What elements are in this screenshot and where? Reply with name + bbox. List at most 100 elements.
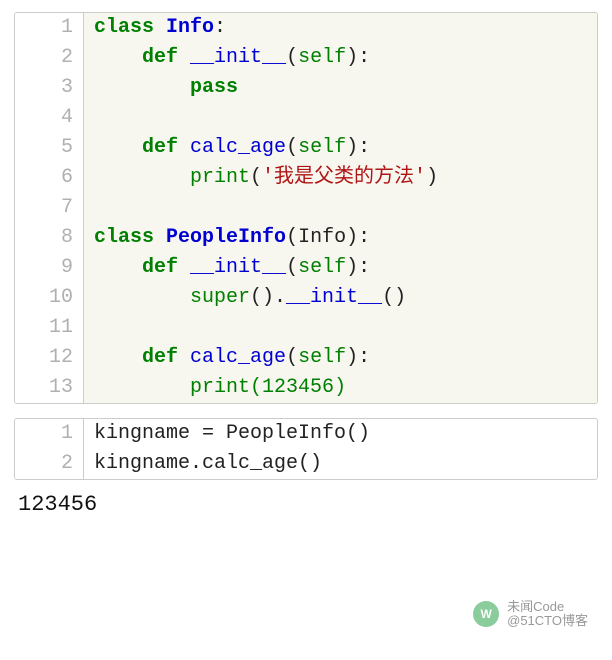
code-token: pass: [190, 76, 238, 99]
code-token: [94, 286, 190, 309]
code-token: [94, 166, 190, 189]
line-number: 11: [15, 313, 84, 343]
code-token: (: [286, 346, 298, 369]
code-line: 6 print('我是父类的方法'): [15, 163, 597, 193]
code-token: def: [142, 46, 178, 69]
line-number: 9: [15, 253, 84, 283]
code-line: 8class PeopleInfo(Info):: [15, 223, 597, 253]
code-token: __init__: [190, 256, 286, 279]
code-token: self: [298, 256, 346, 279]
code-token: print: [190, 166, 250, 189]
watermark-logo-icon: W: [473, 601, 499, 627]
watermark: W 未闻Code @51CTO博客: [473, 600, 588, 628]
line-number: 5: [15, 133, 84, 163]
line-number: 1: [15, 13, 84, 43]
code-token: (: [250, 376, 262, 399]
code-token: def: [142, 136, 178, 159]
line-number: 10: [15, 283, 84, 313]
code-token: (: [286, 46, 298, 69]
code-token: [178, 346, 190, 369]
line-number: 13: [15, 373, 84, 403]
code-token: (: [250, 166, 262, 189]
code-line: 3 pass: [15, 73, 597, 103]
code-content: [84, 193, 597, 223]
code-token: ):: [346, 346, 370, 369]
code-token: self: [298, 46, 346, 69]
code-content: kingname.calc_age(): [84, 449, 597, 479]
code-token: (Info):: [286, 226, 370, 249]
code-line: 13 print(123456): [15, 373, 597, 403]
code-content: print('我是父类的方法'): [84, 163, 597, 193]
code-token: kingname.calc_age(): [94, 452, 322, 475]
line-number: 12: [15, 343, 84, 373]
code-content: class Info:: [84, 13, 597, 43]
watermark-line2: @51CTO博客: [507, 614, 588, 628]
line-number: 8: [15, 223, 84, 253]
execution-output: 123456: [14, 480, 598, 517]
code-content: def calc_age(self):: [84, 343, 597, 373]
code-content: kingname = PeopleInfo(): [84, 419, 597, 449]
code-token: '我是父类的方法': [262, 166, 426, 189]
code-line: 9 def __init__(self):: [15, 253, 597, 283]
line-number: 4: [15, 103, 84, 133]
code-content: [84, 313, 597, 343]
code-token: [178, 136, 190, 159]
line-number: 2: [15, 449, 84, 479]
code-token: calc_age: [190, 136, 286, 159]
watermark-line1: 未闻Code: [507, 600, 588, 614]
watermark-text: 未闻Code @51CTO博客: [507, 600, 588, 628]
code-content: class PeopleInfo(Info):: [84, 223, 597, 253]
code-line: 11: [15, 313, 597, 343]
code-token: [94, 46, 142, 69]
code-content: def __init__(self):: [84, 253, 597, 283]
code-token: [154, 226, 166, 249]
code-line: 5 def calc_age(self):: [15, 133, 597, 163]
code-token: [94, 346, 142, 369]
code-token: [178, 256, 190, 279]
code-token: (: [286, 136, 298, 159]
line-number: 7: [15, 193, 84, 223]
code-token: print: [190, 376, 250, 399]
code-token: (): [382, 286, 406, 309]
code-token: ().: [250, 286, 286, 309]
code-content: pass: [84, 73, 597, 103]
code-token: ):: [346, 136, 370, 159]
code-token: calc_age: [190, 346, 286, 369]
code-token: class: [94, 226, 154, 249]
code-token: kingname = PeopleInfo(): [94, 422, 370, 445]
code-block-usage: 1 kingname = PeopleInfo() 2 kingname.calc_a…: [14, 418, 598, 480]
code-line: 7: [15, 193, 597, 223]
code-token: Info: [166, 16, 214, 39]
code-content: def __init__(self):: [84, 43, 597, 73]
code-token: PeopleInfo: [166, 226, 286, 249]
code-token: ):: [346, 46, 370, 69]
line-number: 2: [15, 43, 84, 73]
code-token: self: [298, 346, 346, 369]
code-token: __init__: [190, 46, 286, 69]
code-token: (: [286, 256, 298, 279]
code-block-definitions: 1class Info:2 def __init__(self):3 pass4…: [14, 12, 598, 404]
code-token: [94, 76, 190, 99]
line-number: 3: [15, 73, 84, 103]
code-token: ): [334, 376, 346, 399]
page-frame: 1class Info:2 def __init__(self):3 pass4…: [0, 0, 612, 517]
code-line: 2 def __init__(self):: [15, 43, 597, 73]
code-line: 1 kingname = PeopleInfo(): [15, 419, 597, 449]
code-line: 4: [15, 103, 597, 133]
line-number: 6: [15, 163, 84, 193]
code-token: 123456: [262, 376, 334, 399]
code-line: 12 def calc_age(self):: [15, 343, 597, 373]
code-token: [154, 16, 166, 39]
code-token: super: [190, 286, 250, 309]
code-token: [94, 376, 190, 399]
code-content: [84, 103, 597, 133]
code-content: print(123456): [84, 373, 597, 403]
line-number: 1: [15, 419, 84, 449]
code-token: __init__: [286, 286, 382, 309]
code-token: def: [142, 346, 178, 369]
code-token: ): [426, 166, 438, 189]
code-content: def calc_age(self):: [84, 133, 597, 163]
code-token: def: [142, 256, 178, 279]
code-token: :: [214, 16, 226, 39]
code-token: class: [94, 16, 154, 39]
